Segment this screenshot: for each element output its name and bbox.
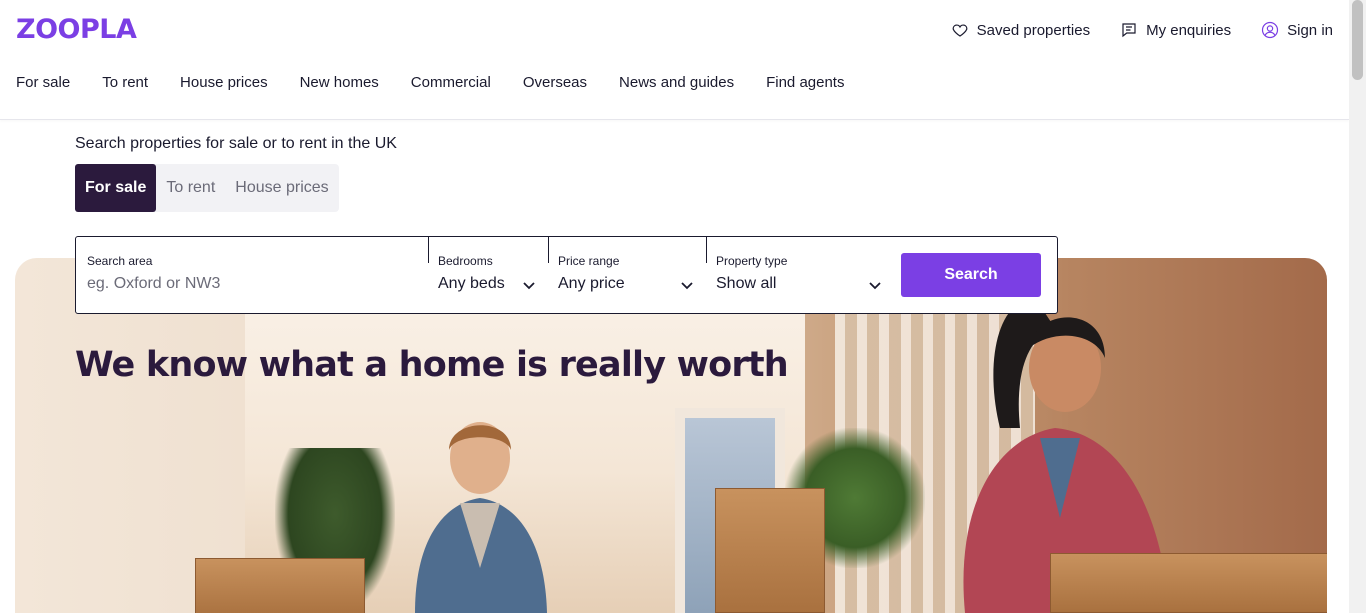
logo-text: ZOOPLA (16, 14, 137, 45)
price-range-select[interactable]: Price range Any price (548, 237, 706, 313)
my-enquiries-link[interactable]: My enquiries (1120, 18, 1231, 42)
my-enquiries-label: My enquiries (1146, 21, 1232, 39)
hero-box (1050, 553, 1327, 613)
chevron-down-icon (869, 282, 881, 290)
price-range-value: Any price (558, 275, 625, 292)
chevron-down-icon (523, 282, 535, 290)
page-scrollbar[interactable] (1349, 0, 1366, 613)
zoopla-logo[interactable]: ZOOPLA (16, 14, 137, 45)
main-nav: For sale To rent House prices New homes … (16, 72, 876, 94)
tab-for-sale[interactable]: For sale (75, 164, 157, 212)
hero-title: We know what a home is really worth (75, 345, 789, 385)
nav-for-sale[interactable]: For sale (16, 72, 70, 94)
hero-box (715, 488, 825, 613)
hero-box (195, 558, 365, 613)
search-form: Search area Bedrooms Any beds Price rang… (75, 236, 1058, 314)
hero-man (415, 422, 547, 613)
nav-commercial[interactable]: Commercial (411, 72, 491, 94)
bedrooms-label: Bedrooms (438, 254, 493, 268)
scrollbar-thumb[interactable] (1352, 0, 1363, 80)
message-icon (1122, 23, 1136, 38)
search-heading: Search properties for sale or to rent in… (75, 135, 397, 152)
nav-new-homes[interactable]: New homes (300, 72, 379, 94)
nav-find-agents[interactable]: Find agents (766, 72, 844, 94)
tab-to-rent[interactable]: To rent (156, 164, 225, 212)
saved-properties-link[interactable]: Saved properties (951, 18, 1090, 42)
bedrooms-select[interactable]: Bedrooms Any beds (428, 237, 548, 313)
search-area-field[interactable]: Search area (76, 237, 428, 313)
sign-in-link[interactable]: Sign in (1261, 18, 1333, 42)
search-area-label: Search area (87, 254, 153, 268)
bedrooms-value: Any beds (438, 275, 505, 292)
search-tabs: For sale To rent House prices (75, 164, 339, 212)
saved-properties-label: Saved properties (976, 21, 1091, 39)
nav-overseas[interactable]: Overseas (523, 72, 587, 94)
property-type-value: Show all (716, 275, 777, 292)
nav-house-prices[interactable]: House prices (180, 72, 268, 94)
nav-to-rent[interactable]: To rent (102, 72, 148, 94)
utility-nav: Saved properties My enquiries Sign in (951, 18, 1333, 42)
search-area-input[interactable] (87, 273, 407, 295)
search-button[interactable]: Search (901, 253, 1041, 297)
user-icon (1262, 21, 1279, 39)
price-range-label: Price range (558, 254, 620, 268)
nav-news-and-guides[interactable]: News and guides (619, 72, 734, 94)
property-type-label: Property type (716, 254, 788, 268)
tab-house-prices[interactable]: House prices (225, 164, 338, 212)
chevron-down-icon (681, 282, 693, 290)
property-type-select[interactable]: Property type Show all (706, 237, 891, 313)
heart-icon (952, 24, 968, 37)
site-header: ZOOPLA Saved properties My enquiries Sig… (0, 0, 1349, 120)
sign-in-label: Sign in (1287, 21, 1333, 39)
